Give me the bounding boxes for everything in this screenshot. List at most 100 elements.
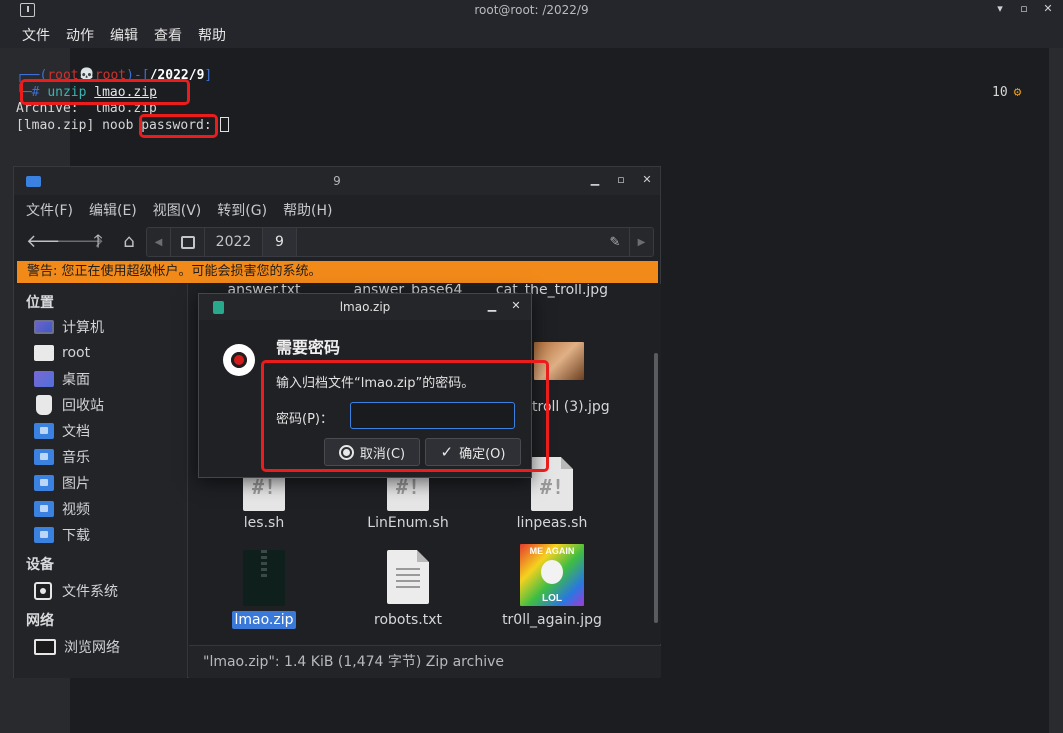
highlight-password-box [139, 114, 218, 138]
right-status-number: 10 [992, 85, 1008, 100]
sidebar-item-filesystem[interactable]: 文件系统 [34, 580, 118, 602]
menu-edit[interactable]: 编辑 [110, 25, 138, 45]
gear-icon: ⚙ [1013, 85, 1022, 100]
sidebar-item-trash[interactable]: 回收站 [34, 394, 104, 416]
minimize-icon[interactable]: ▾ [993, 2, 1007, 15]
meme-top-text: ME AGAIN [529, 546, 575, 556]
pictures-folder-icon [34, 475, 54, 491]
network-icon [34, 639, 56, 655]
file-lmao-zip-label: lmao.zip [232, 611, 296, 629]
right-status: 10 ⚙ [992, 85, 1021, 100]
downloads-folder-icon [34, 527, 54, 543]
close-icon[interactable]: ✕ [1041, 2, 1055, 15]
file-tr0ll-again-jpg[interactable]: tr0ll_again.jpg [487, 612, 617, 628]
terminal-window-controls: ▾ ▫ ✕ [993, 2, 1055, 15]
sidebar-item-label: 图片 [62, 476, 90, 492]
file-les-sh-label: les.sh [243, 515, 285, 531]
file-manager-titlebar: 9 ▁ ▫ ✕ [14, 167, 660, 195]
path-bar: ◀ 2022 9 ✎ ▶ [146, 227, 654, 257]
file-robots-txt[interactable]: robots.txt [343, 612, 473, 628]
lock-icon [223, 344, 255, 376]
highlight-command-box [20, 79, 190, 105]
sidebar-item-downloads[interactable]: 下载 [34, 524, 90, 546]
devices-heading: 设备 [26, 557, 54, 573]
dialog-heading: 需要密码 [276, 338, 341, 357]
file-manager-toolbar: 🡐 🡒 🡑 ⌂ ◀ 2022 9 ✎ ▶ [14, 227, 660, 257]
menu-file[interactable]: 文件(F) [26, 200, 73, 220]
path-button-9[interactable]: 9 [263, 228, 297, 256]
sidebar-item-label: 文档 [62, 424, 90, 440]
menu-help[interactable]: 帮助(H) [283, 200, 332, 220]
dialog-window-controls: ▁ ✕ [485, 299, 523, 312]
sidebar-item-documents[interactable]: 文档 [34, 420, 90, 442]
meme-image-thumbnail[interactable]: ME AGAIN LOL [520, 544, 584, 606]
menu-view[interactable]: 查看 [154, 25, 182, 45]
zip-archive-icon[interactable] [243, 550, 285, 606]
music-folder-icon [34, 449, 54, 465]
computer-icon [34, 320, 54, 334]
forward-arrow-icon[interactable]: 🡒 [56, 231, 104, 253]
sidebar-item-label: 回收站 [62, 398, 104, 414]
sidebar-item-label: root [62, 345, 91, 361]
path-scroll-left-icon[interactable]: ◀ [147, 228, 171, 256]
password-prefix: [lmao.zip] noob [16, 118, 142, 133]
text-file-icon[interactable] [387, 550, 429, 604]
drive-icon [180, 235, 195, 249]
sidebar-item-pictures[interactable]: 图片 [34, 472, 90, 494]
places-sidebar: 位置 计算机 root 桌面 回收站 文档 音乐 图片 视频 下载 设备 文件系… [14, 284, 188, 678]
terminal-cursor [219, 117, 229, 132]
file-lmao-zip[interactable]: lmao.zip [199, 611, 329, 629]
menu-file[interactable]: 文件 [22, 25, 50, 45]
dialog-title: lmao.zip [339, 300, 391, 314]
desktop-icon [34, 371, 54, 387]
back-arrow-icon[interactable]: 🡐 [26, 231, 74, 253]
minimize-icon[interactable]: ▁ [588, 173, 602, 186]
troll-face-icon [541, 560, 563, 584]
menu-view[interactable]: 视图(V) [153, 200, 202, 220]
home-folder-icon [34, 345, 54, 361]
prompt-close: ] [204, 68, 213, 83]
terminal-title: root@root: /2022/9 [474, 3, 589, 17]
sidebar-item-label: 桌面 [62, 372, 90, 388]
close-icon[interactable]: ✕ [509, 299, 523, 312]
menu-help[interactable]: 帮助 [198, 25, 226, 45]
trash-icon [36, 395, 52, 415]
path-scroll-right-icon[interactable]: ▶ [629, 228, 653, 256]
sidebar-item-videos[interactable]: 视频 [34, 498, 90, 520]
network-heading: 网络 [26, 613, 54, 629]
terminal-titlebar: root@root: /2022/9 ▾ ▫ ✕ [0, 0, 1063, 22]
places-heading: 位置 [26, 295, 54, 311]
menu-actions[interactable]: 动作 [66, 25, 94, 45]
path-button-2022[interactable]: 2022 [205, 228, 263, 256]
minimize-icon[interactable]: ▁ [485, 299, 499, 312]
sidebar-item-browse-network[interactable]: 浏览网络 [34, 636, 120, 658]
sidebar-item-desktop[interactable]: 桌面 [34, 368, 90, 390]
maximize-icon[interactable]: ▫ [1017, 2, 1031, 15]
edit-path-icon[interactable]: ✎ [601, 228, 629, 256]
path-root-button[interactable] [171, 228, 205, 256]
sidebar-item-root[interactable]: root [34, 342, 90, 364]
sidebar-item-computer[interactable]: 计算机 [34, 316, 104, 338]
dialog-titlebar: lmao.zip ▁ ✕ [199, 294, 531, 320]
home-icon[interactable]: ⌂ [118, 231, 140, 253]
sidebar-item-music[interactable]: 音乐 [34, 446, 90, 468]
close-icon[interactable]: ✕ [640, 173, 654, 186]
menu-go[interactable]: 转到(G) [217, 200, 267, 220]
sidebar-item-label: 视频 [62, 502, 90, 518]
up-arrow-icon[interactable]: 🡑 [87, 231, 109, 253]
menu-edit[interactable]: 编辑(E) [89, 200, 137, 220]
file-grid-scrollbar[interactable] [654, 353, 658, 623]
file-manager-menubar: 文件(F) 编辑(E) 视图(V) 转到(G) 帮助(H) [14, 195, 660, 225]
status-bar: "lmao.zip": 1.4 KiB (1,474 字节) Zip archi… [189, 645, 661, 678]
terminal-scrollbar[interactable] [1049, 48, 1063, 733]
file-linenum-sh-label: LinEnum.sh [367, 515, 449, 531]
highlight-dialog-box [261, 360, 549, 472]
sidebar-item-label: 下载 [62, 528, 90, 544]
videos-folder-icon [34, 501, 54, 517]
terminal-menubar: 文件 动作 编辑 查看 帮助 [0, 22, 1063, 48]
file-linpeas-sh-label: linpeas.sh [516, 515, 588, 531]
maximize-icon[interactable]: ▫ [614, 173, 628, 186]
documents-folder-icon [34, 423, 54, 439]
sidebar-item-label: 计算机 [62, 320, 104, 336]
file-manager-window-controls: ▁ ▫ ✕ [588, 173, 654, 186]
